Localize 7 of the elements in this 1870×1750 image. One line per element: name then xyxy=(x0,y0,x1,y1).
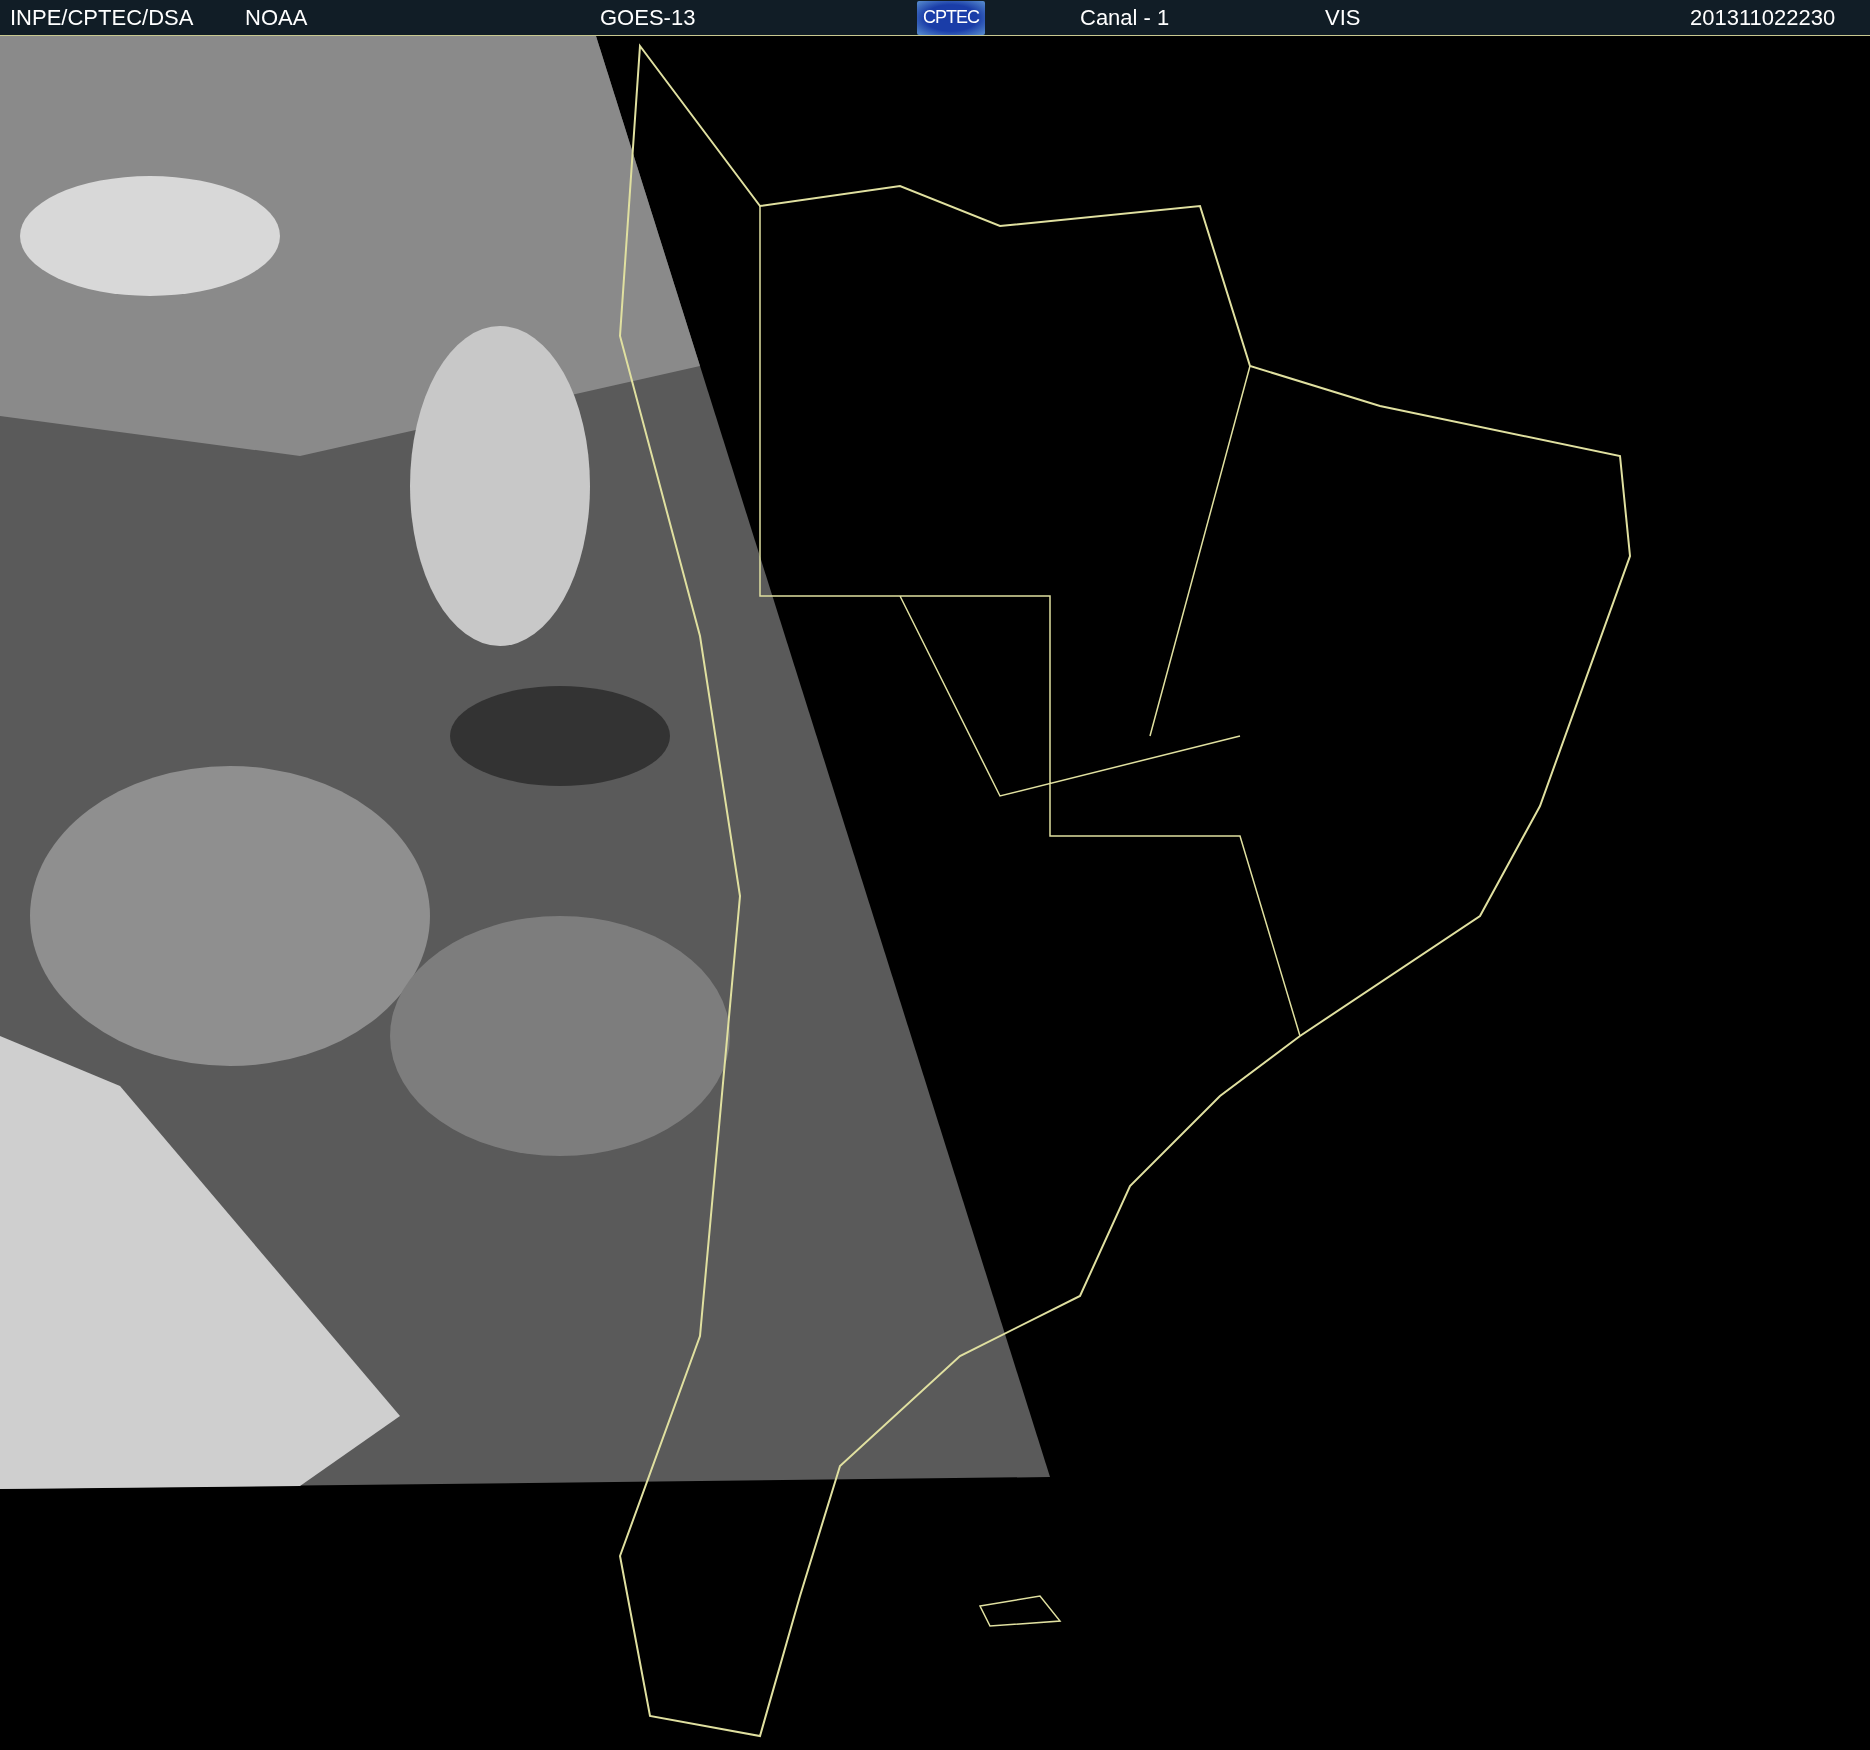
source-label: NOAA xyxy=(245,4,309,31)
channel-label: Canal - 1 xyxy=(1080,4,1171,31)
band-label: VIS xyxy=(1325,4,1362,31)
satellite-label: GOES-13 xyxy=(600,4,697,31)
timestamp-label: 201311022230 xyxy=(1690,4,1837,31)
agency-label: INPE/CPTEC/DSA xyxy=(10,4,195,31)
logo: CPTEC xyxy=(917,0,985,35)
